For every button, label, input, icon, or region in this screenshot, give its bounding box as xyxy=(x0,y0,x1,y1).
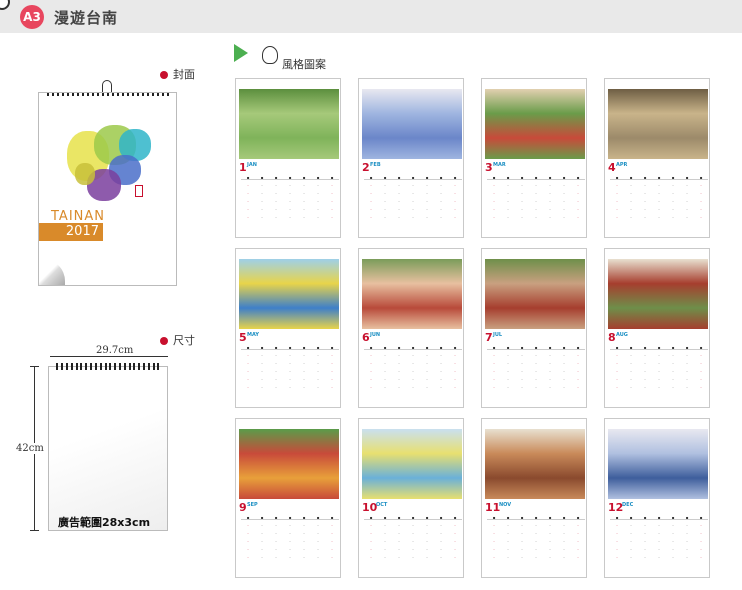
calendar-grid: ▪ ▪ ▪ ▪ ▪ ▪ ▪ · · · · · · · · · · · · · · · · · · · · · · · · · · · · · · · · ·… xyxy=(610,515,708,560)
size-board xyxy=(48,363,168,531)
play-triangle-icon xyxy=(234,44,248,62)
month-number: 4 xyxy=(608,161,616,174)
page-curl xyxy=(39,259,65,285)
month-abbr: SEP xyxy=(247,502,258,508)
month-abbr: JAN xyxy=(247,162,257,168)
month-card-dec: 12 DEC ▪ ▪ ▪ ▪ ▪ ▪ ▪ · · · · · · · · · · · · · · · · · · · · · · · · · · · ·… xyxy=(604,418,710,578)
cover-title: TAINAN xyxy=(51,209,106,224)
month-abbr: FEB xyxy=(370,162,381,168)
month-illustration xyxy=(362,259,462,329)
month-card-jul: 7 JUL ▪ ▪ ▪ ▪ ▪ ▪ ▪ · · · · · · · · · · · · · · · · · · · · · · · · · · · · ·… xyxy=(481,248,587,408)
month-illustration xyxy=(608,89,708,159)
month-abbr: JUL xyxy=(493,332,503,338)
month-abbr: MAY xyxy=(247,332,259,338)
month-abbr: OCT xyxy=(376,502,388,508)
month-illustration xyxy=(239,429,339,499)
month-illustration xyxy=(485,259,585,329)
month-illustration xyxy=(608,429,708,499)
corner-circle-icon xyxy=(0,0,10,10)
width-dimension: 29.7cm xyxy=(96,345,134,356)
month-card-mar: 3 MAR ▪ ▪ ▪ ▪ ▪ ▪ ▪ · · · · · · · · · · · · · · · · · · · · · · · · · · · · ·… xyxy=(481,78,587,238)
month-illustration xyxy=(239,259,339,329)
cover-label: 封面 xyxy=(160,66,195,82)
cover-label-text: 封面 xyxy=(173,68,195,81)
month-number: 3 xyxy=(485,161,493,174)
month-abbr: JUN xyxy=(370,332,381,338)
width-dimension-line xyxy=(50,356,168,357)
spiral-binding xyxy=(39,93,176,97)
bullet-dot-icon xyxy=(160,337,168,345)
month-card-may: 5 MAY ▪ ▪ ▪ ▪ ▪ ▪ ▪ · · · · · · · · · · · · · · · · · · · · · · · · · · · · ·… xyxy=(235,248,341,408)
size-label: 尺寸 xyxy=(160,332,195,348)
month-illustration xyxy=(608,259,708,329)
height-tick-bottom xyxy=(30,530,39,531)
month-illustration xyxy=(362,89,462,159)
month-illustration xyxy=(485,89,585,159)
month-abbr: AUG xyxy=(616,332,628,338)
month-card-sep: 9 SEP ▪ ▪ ▪ ▪ ▪ ▪ ▪ · · · · · · · · · · · · · · · · · · · · · · · · · · · · ·… xyxy=(235,418,341,578)
ad-area-label: 廣告範圍28x3cm xyxy=(58,516,151,529)
month-number: 5 xyxy=(239,331,247,344)
month-card-feb: 2 FEB ▪ ▪ ▪ ▪ ▪ ▪ ▪ · · · · · · · · · · · · · · · · · · · · · · · · · · · · ·… xyxy=(358,78,464,238)
month-number: 1 xyxy=(239,161,247,174)
hanging-ring xyxy=(102,80,112,92)
calendar-grid: ▪ ▪ ▪ ▪ ▪ ▪ ▪ · · · · · · · · · · · · · · · · · · · · · · · · · · · · · · · · ·… xyxy=(241,515,339,560)
height-dimension: 42cm xyxy=(16,443,44,454)
month-card-apr: 4 APR ▪ ▪ ▪ ▪ ▪ ▪ ▪ · · · · · · · · · · · · · · · · · · · · · · · · · · · · ·… xyxy=(604,78,710,238)
height-tick-top xyxy=(30,366,39,367)
month-number: 7 xyxy=(485,331,493,344)
month-abbr: APR xyxy=(616,162,628,168)
month-card-aug: 8 AUG ▪ ▪ ▪ ▪ ▪ ▪ ▪ · · · · · · · · · · · · · · · · · · · · · · · · · · · · ·… xyxy=(604,248,710,408)
spiral-binding xyxy=(49,363,167,371)
month-card-nov: 11 NOV ▪ ▪ ▪ ▪ ▪ ▪ ▪ · · · · · · · · · · · · · · · · · · · · · · · · · · · ·… xyxy=(481,418,587,578)
styles-label: 風格圖案 xyxy=(282,58,326,71)
size-label-text: 尺寸 xyxy=(173,334,195,347)
month-number: 2 xyxy=(362,161,370,174)
month-number: 6 xyxy=(362,331,370,344)
month-card-jan: 1 JAN ▪ ▪ ▪ ▪ ▪ ▪ ▪ · · · · · · · · · · · · · · · · · · · · · · · · · · · · ·… xyxy=(235,78,341,238)
calendar-grid: ▪ ▪ ▪ ▪ ▪ ▪ ▪ · · · · · · · · · · · · · · · · · · · · · · · · · · · · · · · · ·… xyxy=(487,175,585,220)
seal-stamp xyxy=(135,185,143,197)
bullet-dot-icon xyxy=(160,71,168,79)
cover-preview: TAINAN 2017 xyxy=(38,92,177,286)
section-title: 漫遊台南 xyxy=(54,9,119,27)
month-card-jun: 6 JUN ▪ ▪ ▪ ▪ ▪ ▪ ▪ · · · · · · · · · · · · · · · · · · · · · · · · · · · · ·… xyxy=(358,248,464,408)
doodle-face-icon xyxy=(262,46,278,64)
section-header: A3 漫遊台南 xyxy=(0,0,742,33)
calendar-grid: ▪ ▪ ▪ ▪ ▪ ▪ ▪ · · · · · · · · · · · · · · · · · · · · · · · · · · · · · · · · ·… xyxy=(610,345,708,390)
calendar-grid: ▪ ▪ ▪ ▪ ▪ ▪ ▪ · · · · · · · · · · · · · · · · · · · · · · · · · · · · · · · · ·… xyxy=(241,345,339,390)
calendar-grid: ▪ ▪ ▪ ▪ ▪ ▪ ▪ · · · · · · · · · · · · · · · · · · · · · · · · · · · · · · · · ·… xyxy=(487,515,585,560)
month-abbr: NOV xyxy=(499,502,512,508)
calendar-grid: ▪ ▪ ▪ ▪ ▪ ▪ ▪ · · · · · · · · · · · · · · · · · · · · · · · · · · · · · · · · ·… xyxy=(364,345,462,390)
month-number: 8 xyxy=(608,331,616,344)
month-card-oct: 10 OCT ▪ ▪ ▪ ▪ ▪ ▪ ▪ · · · · · · · · · · · · · · · · · · · · · · · · · · · ·… xyxy=(358,418,464,578)
calendar-grid: ▪ ▪ ▪ ▪ ▪ ▪ ▪ · · · · · · · · · · · · · · · · · · · · · · · · · · · · · · · · ·… xyxy=(364,175,462,220)
calendar-grid: ▪ ▪ ▪ ▪ ▪ ▪ ▪ · · · · · · · · · · · · · · · · · · · · · · · · · · · · · · · · ·… xyxy=(364,515,462,560)
calendar-grid: ▪ ▪ ▪ ▪ ▪ ▪ ▪ · · · · · · · · · · · · · · · · · · · · · · · · · · · · · · · · ·… xyxy=(241,175,339,220)
section-badge: A3 xyxy=(20,5,44,29)
month-abbr: DEC xyxy=(622,502,634,508)
calendar-grid: ▪ ▪ ▪ ▪ ▪ ▪ ▪ · · · · · · · · · · · · · · · · · · · · · · · · · · · · · · · · ·… xyxy=(487,345,585,390)
calendar-grid: ▪ ▪ ▪ ▪ ▪ ▪ ▪ · · · · · · · · · · · · · · · · · · · · · · · · · · · · · · · · ·… xyxy=(610,175,708,220)
month-illustration xyxy=(239,89,339,159)
month-number: 9 xyxy=(239,501,247,514)
month-abbr: MAR xyxy=(493,162,506,168)
month-illustration xyxy=(362,429,462,499)
cover-year: 2017 xyxy=(39,223,103,241)
month-illustration xyxy=(485,429,585,499)
